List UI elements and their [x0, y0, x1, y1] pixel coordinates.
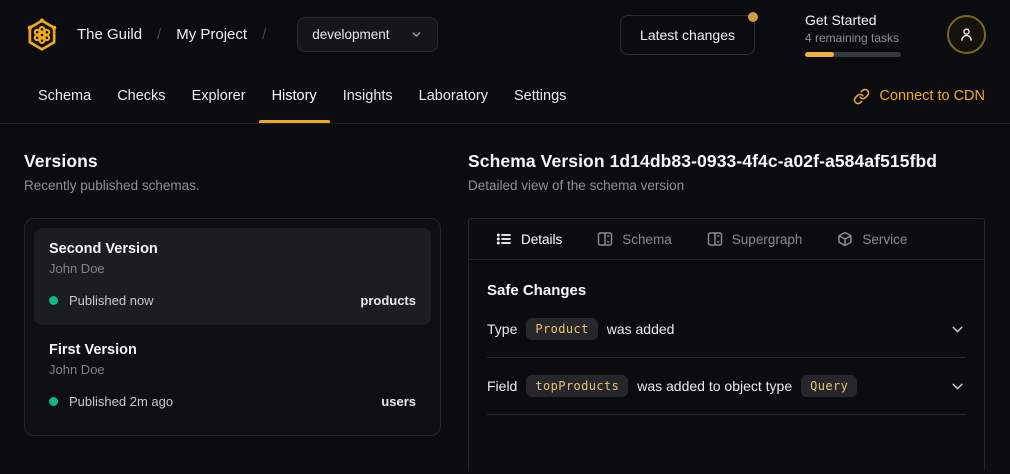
- chevron-down-icon: [410, 28, 423, 41]
- columns-icon: [707, 231, 723, 247]
- change-code-chip: Product: [526, 318, 597, 340]
- tab-explorer[interactable]: Explorer: [179, 69, 259, 123]
- tab-laboratory[interactable]: Laboratory: [406, 69, 501, 123]
- change-middle: was added: [607, 321, 675, 337]
- breadcrumb-separator: /: [157, 26, 161, 43]
- change-row-field-added[interactable]: Field topProducts was added to object ty…: [487, 358, 966, 415]
- service-name: products: [360, 293, 416, 308]
- get-started-widget[interactable]: Get Started 4 remaining tasks: [805, 12, 901, 57]
- tab-schema-view[interactable]: Schema: [597, 231, 672, 247]
- hive-logo-icon[interactable]: [24, 17, 60, 53]
- environment-dropdown-value: development: [312, 27, 389, 42]
- link-icon: [853, 88, 870, 105]
- breadcrumb-org[interactable]: The Guild: [77, 26, 142, 43]
- tab-insights[interactable]: Insights: [330, 69, 406, 123]
- breadcrumb-project[interactable]: My Project: [176, 26, 247, 43]
- versions-subtitle: Recently published schemas.: [24, 178, 441, 193]
- list-icon: [496, 231, 512, 247]
- get-started-subtitle: 4 remaining tasks: [805, 31, 901, 45]
- tab-details-label: Details: [521, 232, 562, 247]
- version-list-item[interactable]: First Version John Doe Published 2m ago …: [34, 329, 431, 426]
- published-status-text: Published 2m ago: [69, 394, 173, 409]
- get-started-title: Get Started: [805, 12, 901, 28]
- version-author: John Doe: [49, 261, 416, 276]
- safe-changes-heading: Safe Changes: [487, 282, 966, 299]
- service-name: users: [381, 394, 416, 409]
- tab-settings[interactable]: Settings: [501, 69, 579, 123]
- versions-title: Versions: [24, 151, 441, 172]
- published-status-dot: [49, 397, 58, 406]
- version-list-item[interactable]: Second Version John Doe Published now pr…: [34, 228, 431, 325]
- cube-icon: [837, 231, 853, 247]
- versions-panel: Versions Recently published schemas. Sec…: [24, 151, 441, 471]
- schema-version-subtitle: Detailed view of the schema version: [468, 178, 985, 193]
- change-middle: was added to object type: [637, 378, 792, 394]
- environment-dropdown[interactable]: development: [297, 17, 437, 52]
- schema-version-detail-card: Details Schema: [468, 218, 985, 471]
- version-name: First Version: [49, 342, 416, 358]
- notification-dot: [748, 12, 758, 22]
- columns-icon: [597, 231, 613, 247]
- published-status-text: Published now: [69, 293, 154, 308]
- change-row-type-added[interactable]: Type Product was added: [487, 301, 966, 358]
- tab-service[interactable]: Service: [837, 231, 907, 247]
- tab-supergraph[interactable]: Supergraph: [707, 231, 803, 247]
- chevron-down-icon[interactable]: [949, 378, 966, 395]
- user-avatar-button[interactable]: [947, 15, 986, 54]
- connect-to-cdn-link[interactable]: Connect to CDN: [853, 69, 985, 123]
- connect-to-cdn-label: Connect to CDN: [879, 88, 985, 104]
- latest-changes-button[interactable]: Latest changes: [620, 15, 755, 55]
- change-prefix: Type: [487, 321, 517, 337]
- tab-history[interactable]: History: [259, 69, 330, 123]
- tab-checks[interactable]: Checks: [104, 69, 178, 123]
- tab-service-label: Service: [862, 232, 907, 247]
- breadcrumb-separator: /: [262, 26, 266, 43]
- latest-changes-label: Latest changes: [640, 27, 735, 43]
- tab-schema-view-label: Schema: [622, 232, 672, 247]
- tab-details[interactable]: Details: [496, 231, 562, 247]
- schema-version-panel: Schema Version 1d14db83-0933-4f4c-a02f-a…: [468, 151, 985, 471]
- published-status-dot: [49, 296, 58, 305]
- user-icon: [958, 26, 975, 43]
- get-started-progressbar: [805, 52, 901, 57]
- main-content: Versions Recently published schemas. Sec…: [0, 124, 1010, 471]
- change-code-chip: Query: [801, 375, 857, 397]
- detail-tabbar: Details Schema: [469, 219, 984, 260]
- version-name: Second Version: [49, 241, 416, 257]
- change-prefix: Field: [487, 378, 517, 394]
- detail-body: Safe Changes Type Product was added Fiel…: [469, 282, 984, 415]
- chevron-down-icon[interactable]: [949, 321, 966, 338]
- app-header: The Guild / My Project / development Lat…: [0, 0, 1010, 69]
- versions-list: Second Version John Doe Published now pr…: [24, 218, 441, 436]
- get-started-progress-fill: [805, 52, 834, 57]
- change-code-chip: topProducts: [526, 375, 628, 397]
- version-author: John Doe: [49, 362, 416, 377]
- main-nav: Schema Checks Explorer History Insights …: [0, 69, 1010, 124]
- tab-schema[interactable]: Schema: [25, 69, 104, 123]
- schema-version-title: Schema Version 1d14db83-0933-4f4c-a02f-a…: [468, 151, 985, 172]
- tab-supergraph-label: Supergraph: [732, 232, 803, 247]
